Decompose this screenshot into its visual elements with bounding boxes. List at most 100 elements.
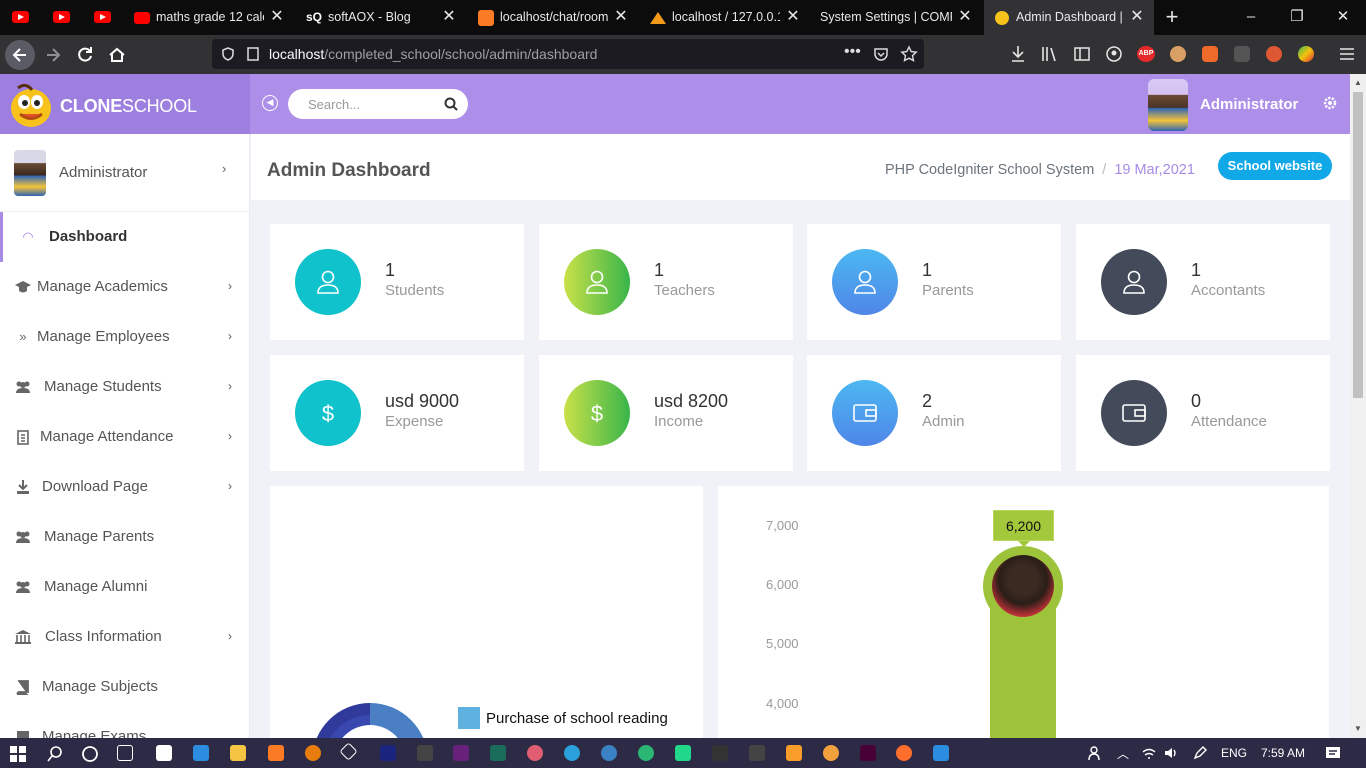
back-button[interactable] <box>5 40 35 70</box>
stat-card-teachers[interactable]: 1 Teachers <box>539 224 793 340</box>
forward-button[interactable] <box>38 40 68 70</box>
collapse-sidebar-icon[interactable]: ◀ <box>262 95 278 111</box>
app-icon[interactable] <box>749 745 765 761</box>
sidebar-item-subjects[interactable]: Manage Subjects <box>0 662 249 712</box>
page-scrollbar[interactable]: ▲ ▼ <box>1350 74 1366 738</box>
sidebar-item-academics[interactable]: Manage Academics › <box>0 262 249 312</box>
sidebar-user[interactable]: Administrator › <box>0 134 249 212</box>
telegram-icon[interactable] <box>564 745 580 761</box>
stat-card-accountants[interactable]: 1 Accontants <box>1076 224 1330 340</box>
minimize-button[interactable]: – <box>1228 0 1274 35</box>
cortana-icon[interactable] <box>81 745 99 763</box>
app-icon[interactable] <box>417 745 433 761</box>
app-icon[interactable] <box>712 745 728 761</box>
volume-icon[interactable] <box>1163 745 1179 761</box>
restore-button[interactable]: ❐ <box>1274 0 1320 35</box>
app-icon[interactable] <box>527 745 543 761</box>
pen-icon[interactable] <box>1192 745 1208 761</box>
app-icon[interactable] <box>380 745 396 761</box>
clock[interactable]: 7:59 AM <box>1261 746 1305 760</box>
app-icon[interactable] <box>601 745 617 761</box>
sublime-icon[interactable] <box>786 745 802 761</box>
blender-icon[interactable] <box>305 745 321 761</box>
youtube-pinned-tab[interactable] <box>41 0 81 35</box>
avatar[interactable] <box>1148 79 1188 131</box>
notifications-icon[interactable] <box>1325 745 1341 761</box>
task-view-icon[interactable] <box>117 745 133 761</box>
sidebar-item-download[interactable]: Download Page › <box>0 462 249 512</box>
youtube-pinned-tab[interactable] <box>82 0 122 35</box>
user-icon <box>295 249 361 315</box>
app-icon[interactable] <box>638 745 654 761</box>
sidebar-item-dashboard[interactable]: ◠ Dashboard <box>0 212 249 262</box>
extension-icon[interactable] <box>1234 46 1250 62</box>
store-icon[interactable] <box>156 745 172 761</box>
firefox-icon[interactable] <box>896 745 912 761</box>
adblock-icon[interactable]: ABP <box>1137 46 1155 62</box>
youtube-pinned-tab[interactable] <box>0 0 40 35</box>
close-tab-icon[interactable]: ✕ <box>956 7 974 27</box>
close-tab-icon[interactable]: ✕ <box>784 7 802 27</box>
sidebar-item-students[interactable]: Manage Students › <box>0 362 249 412</box>
app-icon[interactable] <box>339 742 358 761</box>
gear-icon[interactable] <box>1322 95 1338 111</box>
xampp-icon[interactable] <box>268 745 284 761</box>
file-explorer-icon[interactable] <box>230 745 246 761</box>
vscode-icon[interactable] <box>933 745 949 761</box>
close-tab-icon[interactable]: ✕ <box>612 7 630 27</box>
browser-tab[interactable]: localhost/chat/room ✕ <box>468 0 638 35</box>
scroll-down-icon[interactable]: ▼ <box>1354 724 1362 733</box>
breadcrumb-system[interactable]: PHP CodeIgniter School System <box>885 162 1094 178</box>
visual-studio-icon[interactable] <box>453 745 469 761</box>
header-user-name[interactable]: Administrator <box>1200 96 1298 113</box>
close-tab-icon[interactable]: ✕ <box>1128 7 1146 27</box>
url-bar[interactable]: localhost/completed_school/school/admin/… <box>212 39 924 69</box>
app-icon[interactable] <box>490 745 506 761</box>
extension-icon[interactable] <box>1170 46 1186 62</box>
reload-button[interactable] <box>70 40 100 70</box>
stat-card-admin[interactable]: 2 Admin <box>807 355 1061 471</box>
extension-icon[interactable] <box>1298 46 1314 62</box>
adobe-xd-icon[interactable] <box>860 745 876 761</box>
stat-card-students[interactable]: 1 Students <box>270 224 524 340</box>
scroll-up-icon[interactable]: ▲ <box>1354 78 1362 87</box>
extension-icon[interactable] <box>1202 46 1218 62</box>
windows-start-icon[interactable] <box>10 746 26 762</box>
home-button[interactable] <box>102 40 132 70</box>
app-icon[interactable] <box>823 745 839 761</box>
browser-tab-active[interactable]: Admin Dashboard | P ✕ <box>984 0 1154 35</box>
stat-card-parents[interactable]: 1 Parents <box>807 224 1061 340</box>
sidebar-item-alumni[interactable]: Manage Alumni <box>0 562 249 612</box>
sidebar-item-exams[interactable]: Manage Exams <box>0 712 249 738</box>
duckduckgo-icon[interactable] <box>1266 46 1282 62</box>
language-indicator[interactable]: ENG <box>1221 746 1247 760</box>
donut-chart[interactable] <box>310 701 430 738</box>
search-icon[interactable] <box>46 745 64 763</box>
sidebar-item-parents[interactable]: Manage Parents <box>0 512 249 562</box>
sidebar-item-class-information[interactable]: Class Information › <box>0 612 249 662</box>
browser-tab[interactable]: System Settings | COMPL ✕ <box>812 0 982 35</box>
pycharm-icon[interactable] <box>675 745 691 761</box>
sidebar-item-attendance[interactable]: Manage Attendance › <box>0 412 249 462</box>
wallet-icon <box>1101 380 1167 446</box>
browser-tab[interactable]: sQ softAOX - Blog ✕ <box>296 0 466 35</box>
mail-icon[interactable] <box>193 745 209 761</box>
browser-tab[interactable]: maths grade 12 calcu ✕ <box>124 0 294 35</box>
stat-card-income[interactable]: $ usd 8200 Income <box>539 355 793 471</box>
scrollbar-thumb[interactable] <box>1353 92 1363 398</box>
close-window-button[interactable]: ✕ <box>1320 0 1366 35</box>
brand-area[interactable]: CLONESCHOOL <box>0 74 250 134</box>
stat-card-attendance[interactable]: 0 Attendance <box>1076 355 1330 471</box>
browser-tab[interactable]: localhost / 127.0.0.1 / ✕ <box>640 0 810 35</box>
stat-card-expense[interactable]: $ usd 9000 Expense <box>270 355 524 471</box>
search-input[interactable]: Search... <box>288 89 468 119</box>
page-actions-icon[interactable]: ••• <box>844 43 861 61</box>
close-tab-icon[interactable]: ✕ <box>440 7 458 27</box>
school-website-button[interactable]: School website <box>1218 152 1332 180</box>
close-tab-icon[interactable]: ✕ <box>268 7 286 27</box>
chevron-up-icon[interactable]: ︿ <box>1117 745 1129 762</box>
wifi-icon[interactable] <box>1141 745 1157 761</box>
new-tab-button[interactable]: + <box>1160 4 1184 30</box>
people-icon[interactable] <box>1087 745 1103 761</box>
sidebar-item-employees[interactable]: » Manage Employees › <box>0 312 249 362</box>
